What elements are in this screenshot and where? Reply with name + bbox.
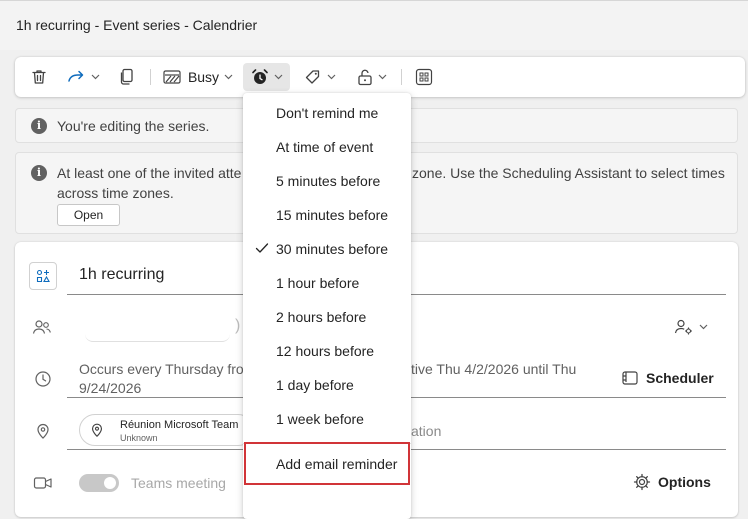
reminder-option[interactable]: 15 minutes before [243,200,411,234]
option-label: 1 hour before [276,275,360,291]
option-label: 5 minutes before [276,173,381,189]
open-button[interactable]: Open [57,204,120,226]
copy-icon [120,68,133,85]
add-email-reminder-item[interactable]: Add email reminder [243,449,411,483]
chevron-down-icon [327,74,336,80]
show-as-label: Busy [187,69,220,85]
attendee-bracket: ) [235,317,241,334]
event-title-input[interactable]: 1h recurring [79,266,164,284]
location-pin-icon [32,420,54,442]
chevron-down-icon [91,74,100,80]
window-title: 1h recurring - Event series - Calendrier [16,17,258,33]
option-label: Add email reminder [276,456,398,472]
trash-icon [32,70,46,84]
location-name: Réunion Microsoft Team [120,419,239,431]
location-chip[interactable]: Réunion Microsoft Team Unknown [79,414,254,446]
reminder-option[interactable]: 1 day before [243,370,411,404]
toolbar-divider [401,69,402,85]
chevron-down-icon [274,74,282,80]
chevron-down-icon [224,74,233,80]
copy-button[interactable] [115,63,139,91]
title-bar: 1h recurring - Event series - Calendrier [0,0,748,50]
forward-arrow-icon [68,70,84,82]
chevron-down-icon [378,74,387,80]
busy-pattern-icon [163,70,181,84]
reminder-dropdown[interactable] [243,63,290,91]
people-settings-icon [674,319,692,335]
toolbar: Busy [15,57,745,97]
scheduler-label: Scheduler [646,370,714,386]
banner-text-line2: across time zones. [57,185,174,201]
info-icon: i [31,165,47,181]
response-options-button[interactable] [671,316,711,338]
info-icon: i [31,118,47,134]
menu-divider [243,443,411,444]
reminder-option[interactable]: 12 hours before [243,336,411,370]
option-label: 1 day before [276,377,354,393]
location-status: Unknown [120,433,158,443]
privacy-dropdown[interactable] [353,63,391,91]
chevron-down-icon [699,324,708,330]
toggle-knob [104,477,116,489]
banner-text: You're editing the series. [57,118,210,134]
location-input[interactable]: ation [411,423,441,439]
tag-icon [305,70,320,84]
reminder-option[interactable]: 1 hour before [243,268,411,302]
options-label: Options [658,474,711,490]
teams-meeting-label: Teams meeting [131,475,226,491]
gear-icon [633,473,651,491]
apps-grid-icon [415,68,433,86]
option-label: 15 minutes before [276,207,389,223]
event-type-button[interactable] [29,262,57,290]
show-as-dropdown[interactable]: Busy [160,63,236,91]
reminder-option[interactable]: 5 minutes before [243,166,411,200]
meeting-options-button[interactable]: Options [633,473,711,491]
option-label: Don't remind me [276,105,379,121]
recurrence-text-line2: 9/24/2026 [79,380,142,396]
option-label: 1 week before [276,411,364,427]
reminder-option[interactable]: Don't remind me [243,98,411,132]
attendees-input[interactable] [85,320,230,342]
lock-open-icon [358,69,372,86]
reminder-option[interactable]: At time of event [243,132,411,166]
banner-text-part2: zone. Use the Scheduling Assistant to se… [412,165,725,181]
option-label: 30 minutes before [276,241,389,257]
clock-icon [32,368,54,390]
reminder-option[interactable]: 1 week before [243,404,411,438]
recurrence-text-part1: Occurs every Thursday fror [79,361,249,377]
option-label: 12 hours before [276,343,375,359]
forward-button[interactable] [61,63,105,91]
people-icon [31,316,53,338]
banner-text-part1: At least one of the invited atte [57,165,242,181]
reminder-option[interactable]: 2 hours before [243,302,411,336]
shapes-icon [36,269,50,283]
categorize-dropdown[interactable] [299,63,341,91]
scheduler-icon [622,371,638,385]
checkmark-icon [255,243,269,253]
option-label: At time of event [276,139,374,155]
alarm-clock-icon [251,69,268,84]
scheduler-button[interactable]: Scheduler [621,369,714,387]
recurrence-text-part2: tive Thu 4/2/2026 until Thu [411,361,577,377]
video-camera-icon [32,472,54,494]
location-pin-icon [91,423,103,438]
teams-meeting-toggle[interactable] [79,474,119,492]
reminder-menu: Don't remind me At time of event 5 minut… [243,93,411,519]
toolbar-divider [150,69,151,85]
reminder-option-selected[interactable]: 30 minutes before [243,234,411,268]
option-label: 2 hours before [276,309,367,325]
apps-button[interactable] [411,63,437,91]
delete-button[interactable] [25,63,53,91]
